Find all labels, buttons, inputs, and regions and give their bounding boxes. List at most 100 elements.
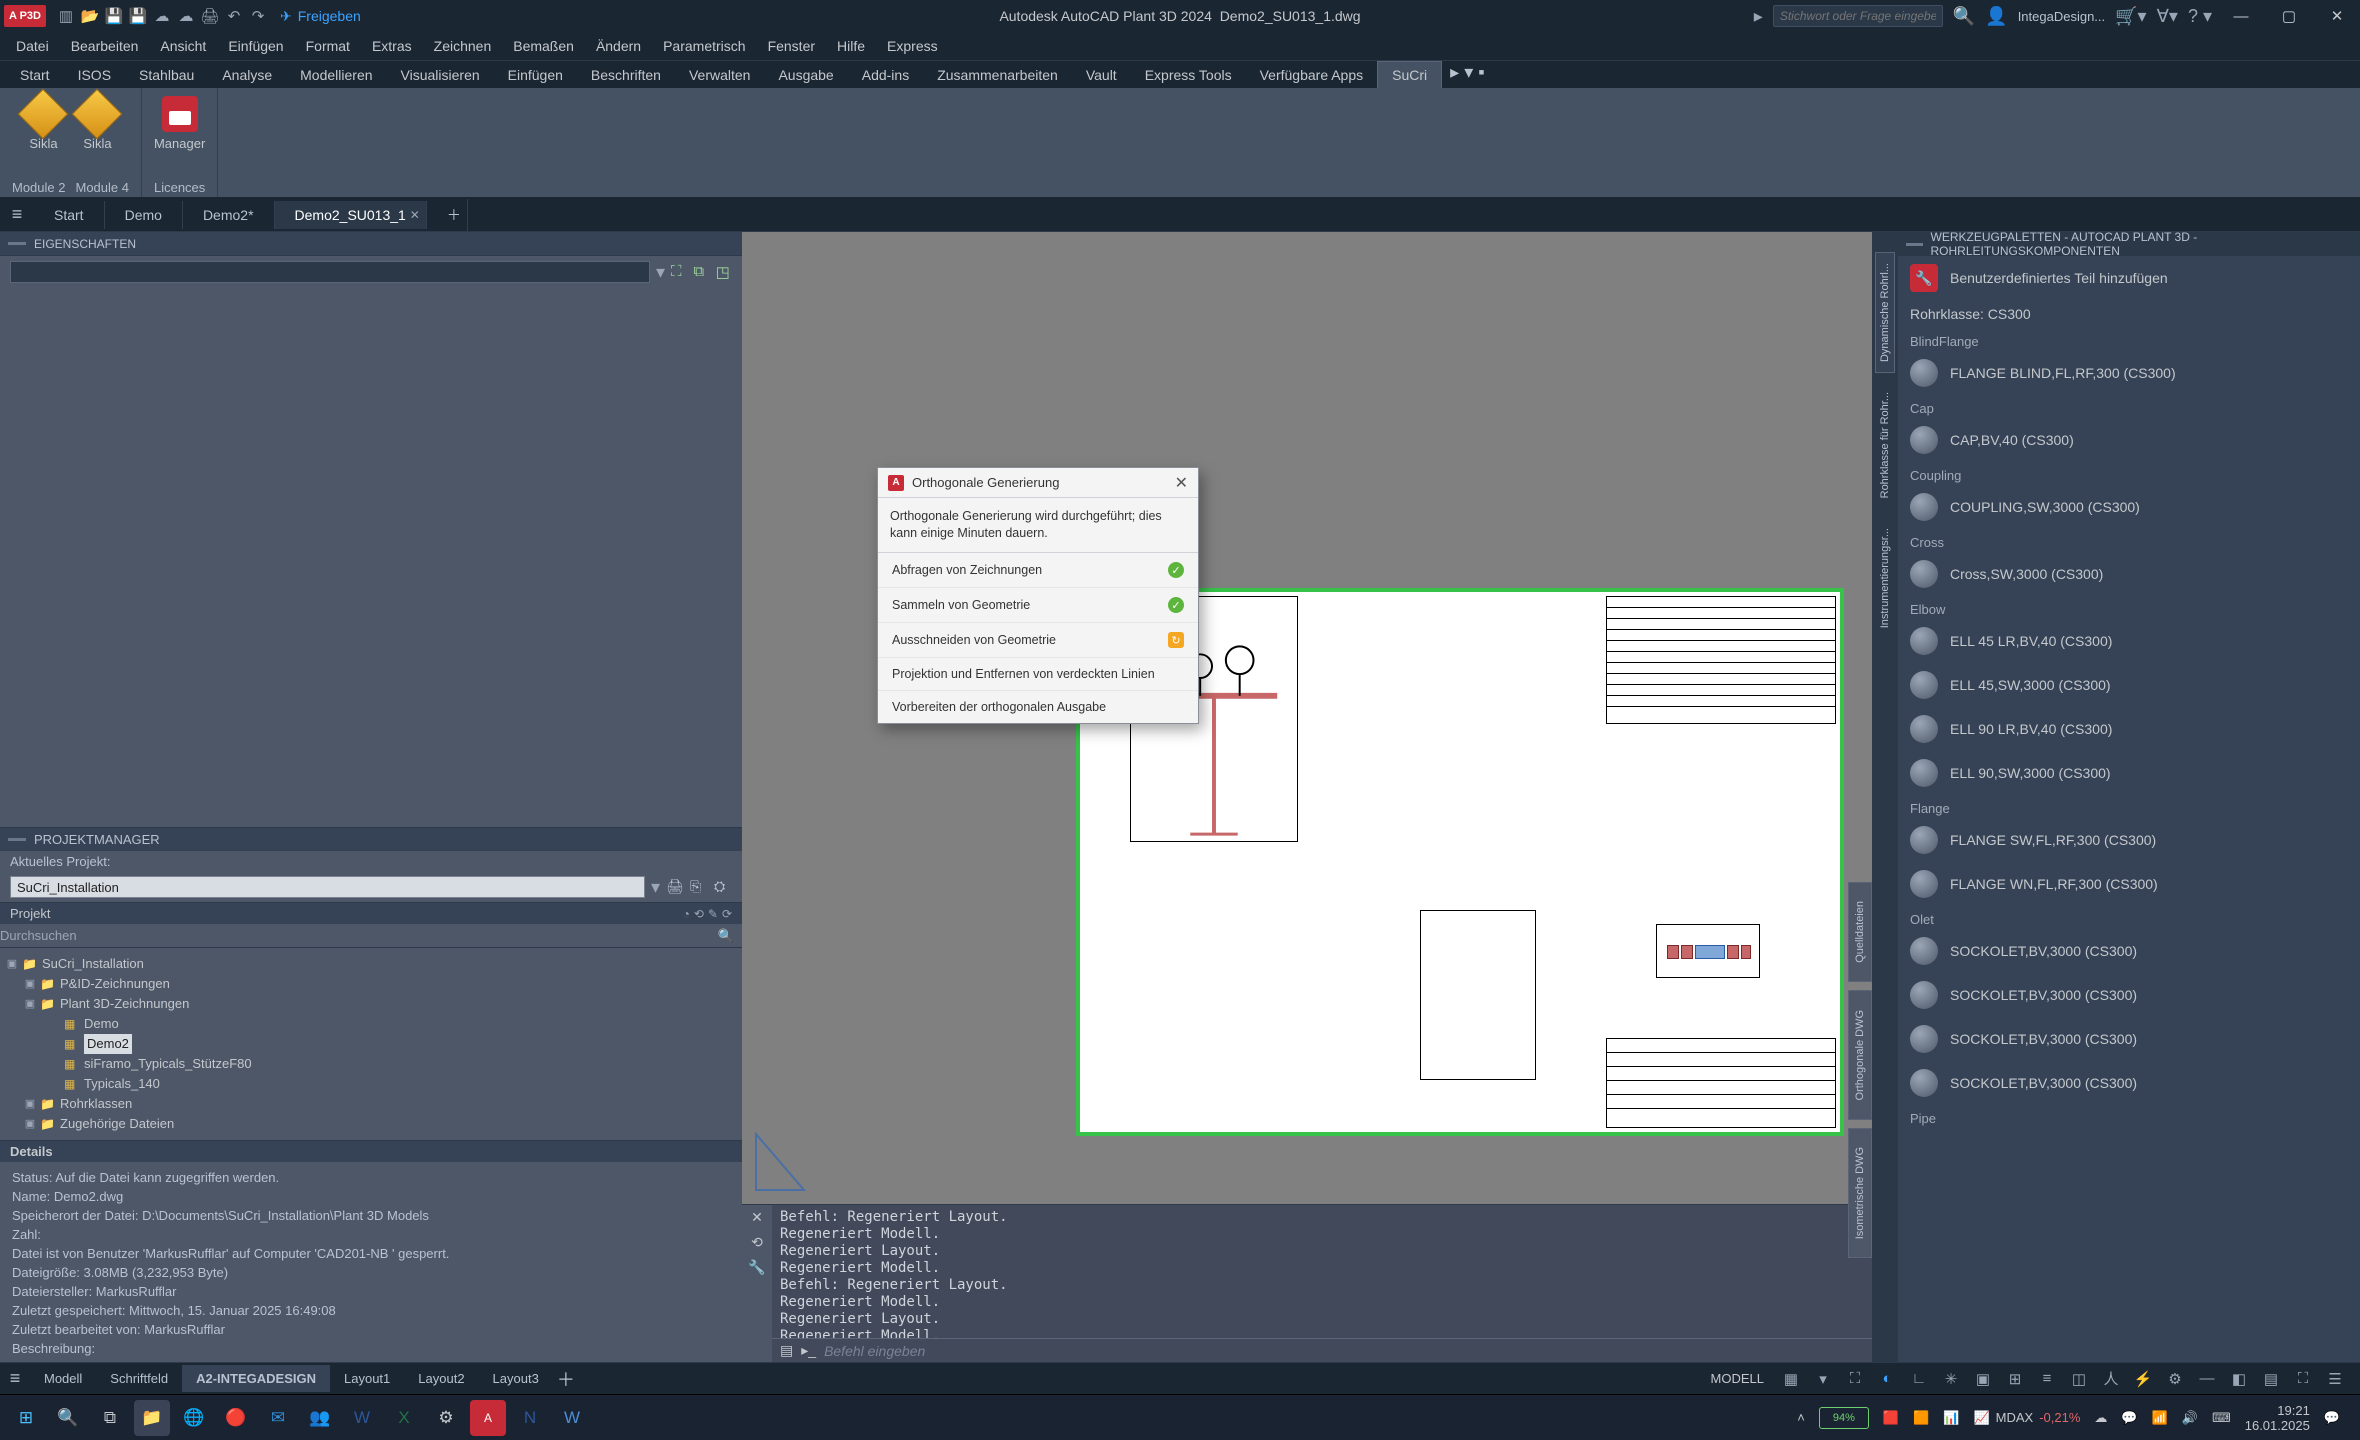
- wifi-icon[interactable]: 📶: [2152, 1410, 2168, 1426]
- palette-item[interactable]: ELL 90 LR,BV,40 (CS300): [1898, 707, 2360, 751]
- ribbon-tab[interactable]: Verfügbare Apps: [1246, 62, 1378, 88]
- layout-tab[interactable]: Layout2: [404, 1365, 478, 1392]
- cmd-menu-icon[interactable]: ▤: [780, 1342, 793, 1359]
- palette-item[interactable]: SOCKOLET,BV,3000 (CS300): [1898, 929, 2360, 973]
- menu-datei[interactable]: Datei: [6, 34, 59, 58]
- gear-icon[interactable]: ⚙: [2164, 1368, 2186, 1390]
- maximize-button[interactable]: ▢: [2270, 2, 2308, 30]
- ribbon-tab[interactable]: Ausgabe: [764, 62, 847, 88]
- taskbar-app-excel[interactable]: X: [386, 1400, 422, 1436]
- palette-vtab[interactable]: Instrumentierungsr...: [1875, 517, 1895, 639]
- ribbon-tab[interactable]: Vault: [1072, 62, 1131, 88]
- taskbar-app-explorer[interactable]: 📁: [134, 1400, 170, 1436]
- taskbar-app-other[interactable]: W: [554, 1400, 590, 1436]
- tray-icon[interactable]: 🟥: [1883, 1410, 1899, 1426]
- drawing-canvas[interactable]: Quelldateien Orthogonale DWG Isometrisch…: [742, 232, 1872, 1204]
- layout-tab[interactable]: Layout1: [330, 1365, 404, 1392]
- ribbon-tab[interactable]: Beschriften: [577, 62, 675, 88]
- add-tab-button[interactable]: ＋: [427, 199, 468, 231]
- close-button[interactable]: ✕: [2318, 2, 2356, 30]
- more-icon[interactable]: —: [2196, 1368, 2218, 1390]
- save-icon[interactable]: 💾: [105, 7, 123, 25]
- menu-express[interactable]: Express: [877, 34, 948, 58]
- extra-icon[interactable]: ▤: [2260, 1368, 2282, 1390]
- grip-icon[interactable]: [1906, 243, 1923, 246]
- ribbon-tab[interactable]: Analyse: [208, 62, 286, 88]
- search-icon[interactable]: 🔍: [1953, 6, 1975, 27]
- undo-icon[interactable]: ↶: [225, 7, 243, 25]
- user-icon[interactable]: 👤: [1985, 6, 2007, 27]
- pm-tree[interactable]: ▣📁SuCri_Installation ▣📁P&ID-Zeichnungen …: [0, 948, 742, 1140]
- help-icon[interactable]: ? ▾: [2188, 6, 2212, 27]
- file-tab[interactable]: Start: [34, 201, 105, 229]
- grip-icon[interactable]: [8, 838, 26, 841]
- menu-parametrisch[interactable]: Parametrisch: [653, 34, 755, 58]
- palette-item[interactable]: ELL 90,SW,3000 (CS300): [1898, 751, 2360, 795]
- pm-project-combo[interactable]: SuCri_Installation: [10, 876, 645, 898]
- ribbon-tab[interactable]: Verwalten: [675, 62, 764, 88]
- snap-icon[interactable]: ◐: [1876, 1368, 1898, 1390]
- side-tab[interactable]: Orthogonale DWG: [1854, 1000, 1866, 1110]
- object-type-combo[interactable]: [10, 261, 650, 283]
- taskbar-app-word[interactable]: W: [344, 1400, 380, 1436]
- menu-ansicht[interactable]: Ansicht: [150, 34, 216, 58]
- menu-zeichnen[interactable]: Zeichnen: [424, 34, 502, 58]
- tray-icon[interactable]: 📊: [1943, 1410, 1959, 1426]
- pm-export-icon[interactable]: ⎘: [690, 878, 708, 896]
- palette-item[interactable]: SOCKOLET,BV,3000 (CS300): [1898, 1017, 2360, 1061]
- manager-button[interactable]: Manager: [154, 94, 205, 178]
- cmd-wrench-icon[interactable]: 🔧: [748, 1259, 765, 1276]
- polar-icon[interactable]: ✳: [1940, 1368, 1962, 1390]
- osnap-icon[interactable]: ▣: [1972, 1368, 1994, 1390]
- search-button[interactable]: 🔍: [50, 1400, 86, 1436]
- palette-item[interactable]: SOCKOLET,BV,3000 (CS300): [1898, 1061, 2360, 1105]
- ribbon-tab[interactable]: Zusammenarbeiten: [923, 62, 1072, 88]
- sikla-module4-button[interactable]: Sikla: [77, 94, 117, 178]
- lwt-icon[interactable]: ≡: [2036, 1368, 2058, 1390]
- filetab-menu[interactable]: ≡: [0, 204, 34, 225]
- menu-fenster[interactable]: Fenster: [758, 34, 825, 58]
- tray-up-icon[interactable]: ˄: [1797, 1410, 1805, 1425]
- layout-tab[interactable]: Layout3: [479, 1365, 553, 1392]
- palette-item[interactable]: ELL 45,SW,3000 (CS300): [1898, 663, 2360, 707]
- help-search[interactable]: [1773, 5, 1943, 27]
- scale-icon[interactable]: ⛶: [1844, 1368, 1866, 1390]
- a-icon[interactable]: 人: [2100, 1368, 2122, 1390]
- ribbon-tab[interactable]: Modellieren: [286, 62, 386, 88]
- grid-icon[interactable]: ▦: [1780, 1368, 1802, 1390]
- side-tab[interactable]: Isometrische DWG: [1854, 1137, 1866, 1249]
- saveas-icon[interactable]: 💾: [129, 7, 147, 25]
- palette-item[interactable]: CAP,BV,40 (CS300): [1898, 418, 2360, 462]
- add-custom-part[interactable]: 🔧Benutzerdefiniertes Teil hinzufügen: [1898, 256, 2360, 300]
- taskbar-app-outlook[interactable]: ✉: [260, 1400, 296, 1436]
- ribbon-tab[interactable]: SuCri: [1377, 61, 1442, 88]
- open-icon[interactable]: 📂: [81, 7, 99, 25]
- new-icon[interactable]: ▥: [57, 7, 75, 25]
- palette-item[interactable]: FLANGE SW,FL,RF,300 (CS300): [1898, 818, 2360, 862]
- ribbon-tab[interactable]: Stahlbau: [125, 62, 208, 88]
- ortho-icon[interactable]: ∟: [1908, 1368, 1930, 1390]
- cmd-close-icon[interactable]: ✕: [751, 1209, 763, 1226]
- palette-item[interactable]: ELL 45 LR,BV,40 (CS300): [1898, 619, 2360, 663]
- ribbon-tab[interactable]: ISOS: [64, 62, 125, 88]
- extra-icon[interactable]: ◧: [2228, 1368, 2250, 1390]
- palette-item[interactable]: FLANGE WN,FL,RF,300 (CS300): [1898, 862, 2360, 906]
- cmd-recent-icon[interactable]: ⟲: [751, 1234, 763, 1251]
- quickselect-icon[interactable]: ⛶: [671, 263, 687, 281]
- layout-tab[interactable]: A2-INTEGADESIGN: [182, 1365, 330, 1392]
- close-tab-icon[interactable]: ✕: [410, 208, 420, 222]
- clock[interactable]: 19:2116.01.2025: [2245, 1403, 2310, 1433]
- select-icon[interactable]: ⧉: [693, 263, 709, 281]
- pm-ic2[interactable]: ⟲: [694, 907, 704, 921]
- tray-icon[interactable]: 🟧: [1913, 1410, 1929, 1426]
- pm-ic4[interactable]: ⟳: [722, 907, 732, 921]
- cloud-open-icon[interactable]: ☁: [153, 7, 171, 25]
- pm-ic1[interactable]: ◔: [683, 907, 690, 921]
- menu-hilfe[interactable]: Hilfe: [827, 34, 875, 58]
- layout-tab[interactable]: Schriftfeld: [96, 1365, 182, 1392]
- transparency-icon[interactable]: ◫: [2068, 1368, 2090, 1390]
- chat-icon[interactable]: 💬: [2121, 1410, 2137, 1426]
- file-tab[interactable]: Demo2_SU013_1✕: [275, 201, 427, 229]
- battery-icon[interactable]: 94%: [1819, 1407, 1869, 1429]
- pm-search[interactable]: Durchsuchen🔍: [0, 924, 742, 948]
